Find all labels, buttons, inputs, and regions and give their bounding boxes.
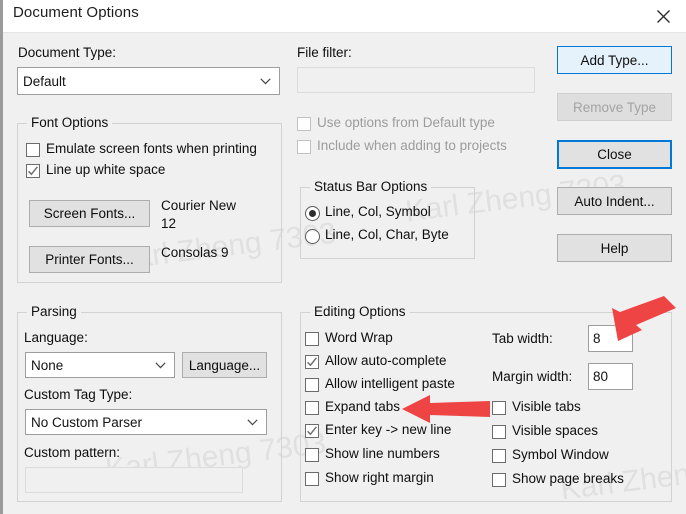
document-type-value: Default — [23, 73, 66, 89]
custom-tag-type-value: No Custom Parser — [31, 414, 143, 430]
chevron-down-icon — [247, 419, 258, 426]
checkbox-allow-intelligent-paste-label: Allow intelligent paste — [325, 376, 455, 391]
checkbox-enter-key-new-line[interactable] — [305, 424, 319, 438]
custom-tag-type-combo[interactable]: No Custom Parser — [25, 409, 267, 435]
chevron-down-icon — [260, 78, 271, 85]
chevron-down-icon — [155, 362, 166, 369]
checkbox-symbol-window-label: Symbol Window — [512, 447, 609, 462]
checkbox-use-options-from-default-type[interactable] — [297, 117, 311, 131]
radio-line-col-char-byte-label: Line, Col, Char, Byte — [325, 227, 449, 242]
window-title: Document Options — [13, 4, 139, 21]
close-icon — [656, 9, 670, 23]
screen-fonts-button[interactable]: Screen Fonts... — [29, 200, 150, 227]
margin-width-input[interactable]: 80 — [588, 363, 633, 390]
add-type-button-label: Add Type... — [580, 52, 649, 68]
file-filter-label: File filter: — [297, 45, 352, 60]
document-type-label: Document Type: — [18, 45, 117, 60]
help-button-label: Help — [600, 240, 629, 256]
help-button[interactable]: Help — [557, 234, 672, 262]
screen-fonts-value-line2: 12 — [161, 216, 177, 231]
checkbox-expand-tabs-label: Expand tabs — [325, 399, 401, 414]
printer-fonts-button-label: Printer Fonts... — [45, 252, 134, 267]
auto-indent-button[interactable]: Auto Indent... — [557, 187, 672, 215]
editing-options-title: Editing Options — [310, 304, 410, 319]
remove-type-button-label: Remove Type — [572, 99, 657, 115]
checkbox-show-page-breaks[interactable] — [492, 473, 506, 487]
language-button-label: Language... — [188, 357, 261, 373]
checkbox-line-up-white-space-label: Line up white space — [46, 162, 166, 177]
checkbox-word-wrap-label: Word Wrap — [325, 330, 393, 345]
checkbox-visible-spaces-label: Visible spaces — [512, 423, 599, 438]
checkbox-include-when-adding-to-projects[interactable] — [297, 140, 311, 154]
remove-type-button[interactable]: Remove Type — [557, 93, 672, 121]
checkbox-allow-intelligent-paste[interactable] — [305, 378, 319, 392]
check-icon — [28, 166, 38, 176]
language-value: None — [31, 357, 64, 373]
checkbox-visible-spaces[interactable] — [492, 425, 506, 439]
margin-width-label: Margin width: — [492, 369, 573, 384]
checkbox-include-when-adding-to-projects-label: Include when adding to projects — [317, 138, 507, 153]
radio-line-col-symbol-label: Line, Col, Symbol — [325, 204, 431, 219]
checkbox-show-page-breaks-label: Show page breaks — [512, 471, 624, 486]
close-dialog-button[interactable]: Close — [557, 140, 672, 169]
radio-line-col-symbol[interactable] — [305, 206, 320, 221]
close-dialog-button-label: Close — [597, 147, 632, 162]
checkbox-expand-tabs[interactable] — [305, 401, 319, 415]
checkbox-show-line-numbers-label: Show line numbers — [325, 446, 440, 461]
checkbox-show-right-margin[interactable] — [305, 472, 319, 486]
check-icon — [307, 426, 317, 436]
printer-fonts-button[interactable]: Printer Fonts... — [29, 246, 150, 273]
tab-width-label: Tab width: — [492, 331, 553, 346]
custom-pattern-label: Custom pattern: — [24, 445, 121, 460]
title-bar: Document Options — [3, 0, 686, 32]
add-type-button[interactable]: Add Type... — [557, 46, 672, 74]
checkbox-show-line-numbers[interactable] — [305, 448, 319, 462]
language-button[interactable]: Language... — [182, 352, 267, 378]
check-icon — [307, 357, 317, 367]
checkbox-visible-tabs[interactable] — [492, 401, 506, 415]
checkbox-emulate-screen-fonts-label: Emulate screen fonts when printing — [46, 141, 257, 156]
checkbox-allow-auto-complete-label: Allow auto-complete — [325, 353, 447, 368]
status-bar-options-group: Status Bar Options — [300, 179, 475, 259]
document-type-combo[interactable]: Default — [17, 67, 280, 95]
parsing-title: Parsing — [27, 304, 81, 319]
radio-line-col-char-byte[interactable] — [305, 229, 320, 244]
arrow-pointing-to-expand-tabs — [402, 395, 490, 423]
language-label: Language: — [24, 330, 88, 345]
margin-width-value: 80 — [593, 369, 609, 384]
window-left-border — [0, 0, 3, 514]
language-combo[interactable]: None — [25, 352, 175, 378]
checkbox-allow-auto-complete[interactable] — [305, 355, 319, 369]
file-filter-input[interactable] — [297, 67, 535, 93]
custom-tag-type-label: Custom Tag Type: — [24, 387, 133, 402]
screen-fonts-value-line1: Courier New — [161, 198, 237, 213]
checkbox-emulate-screen-fonts[interactable] — [26, 143, 40, 157]
auto-indent-button-label: Auto Indent... — [574, 193, 655, 209]
checkbox-show-right-margin-label: Show right margin — [325, 470, 434, 485]
status-bar-options-title: Status Bar Options — [310, 179, 432, 194]
custom-pattern-input[interactable] — [25, 467, 243, 493]
document-options-dialog: Karl Zheng 7303 Karl Zheng 7303 Karl Zhe… — [0, 0, 686, 514]
close-button[interactable] — [640, 0, 686, 32]
checkbox-visible-tabs-label: Visible tabs — [512, 399, 581, 414]
arrow-pointing-to-tab-width — [612, 296, 676, 341]
screen-fonts-button-label: Screen Fonts... — [43, 206, 136, 221]
printer-fonts-value: Consolas 9 — [161, 245, 229, 260]
checkbox-line-up-white-space[interactable] — [26, 164, 40, 178]
font-options-title: Font Options — [27, 115, 113, 130]
checkbox-use-options-from-default-type-label: Use options from Default type — [317, 115, 495, 130]
radio-dot — [309, 210, 316, 217]
checkbox-word-wrap[interactable] — [305, 332, 319, 346]
checkbox-symbol-window[interactable] — [492, 449, 506, 463]
title-separator — [3, 32, 686, 33]
